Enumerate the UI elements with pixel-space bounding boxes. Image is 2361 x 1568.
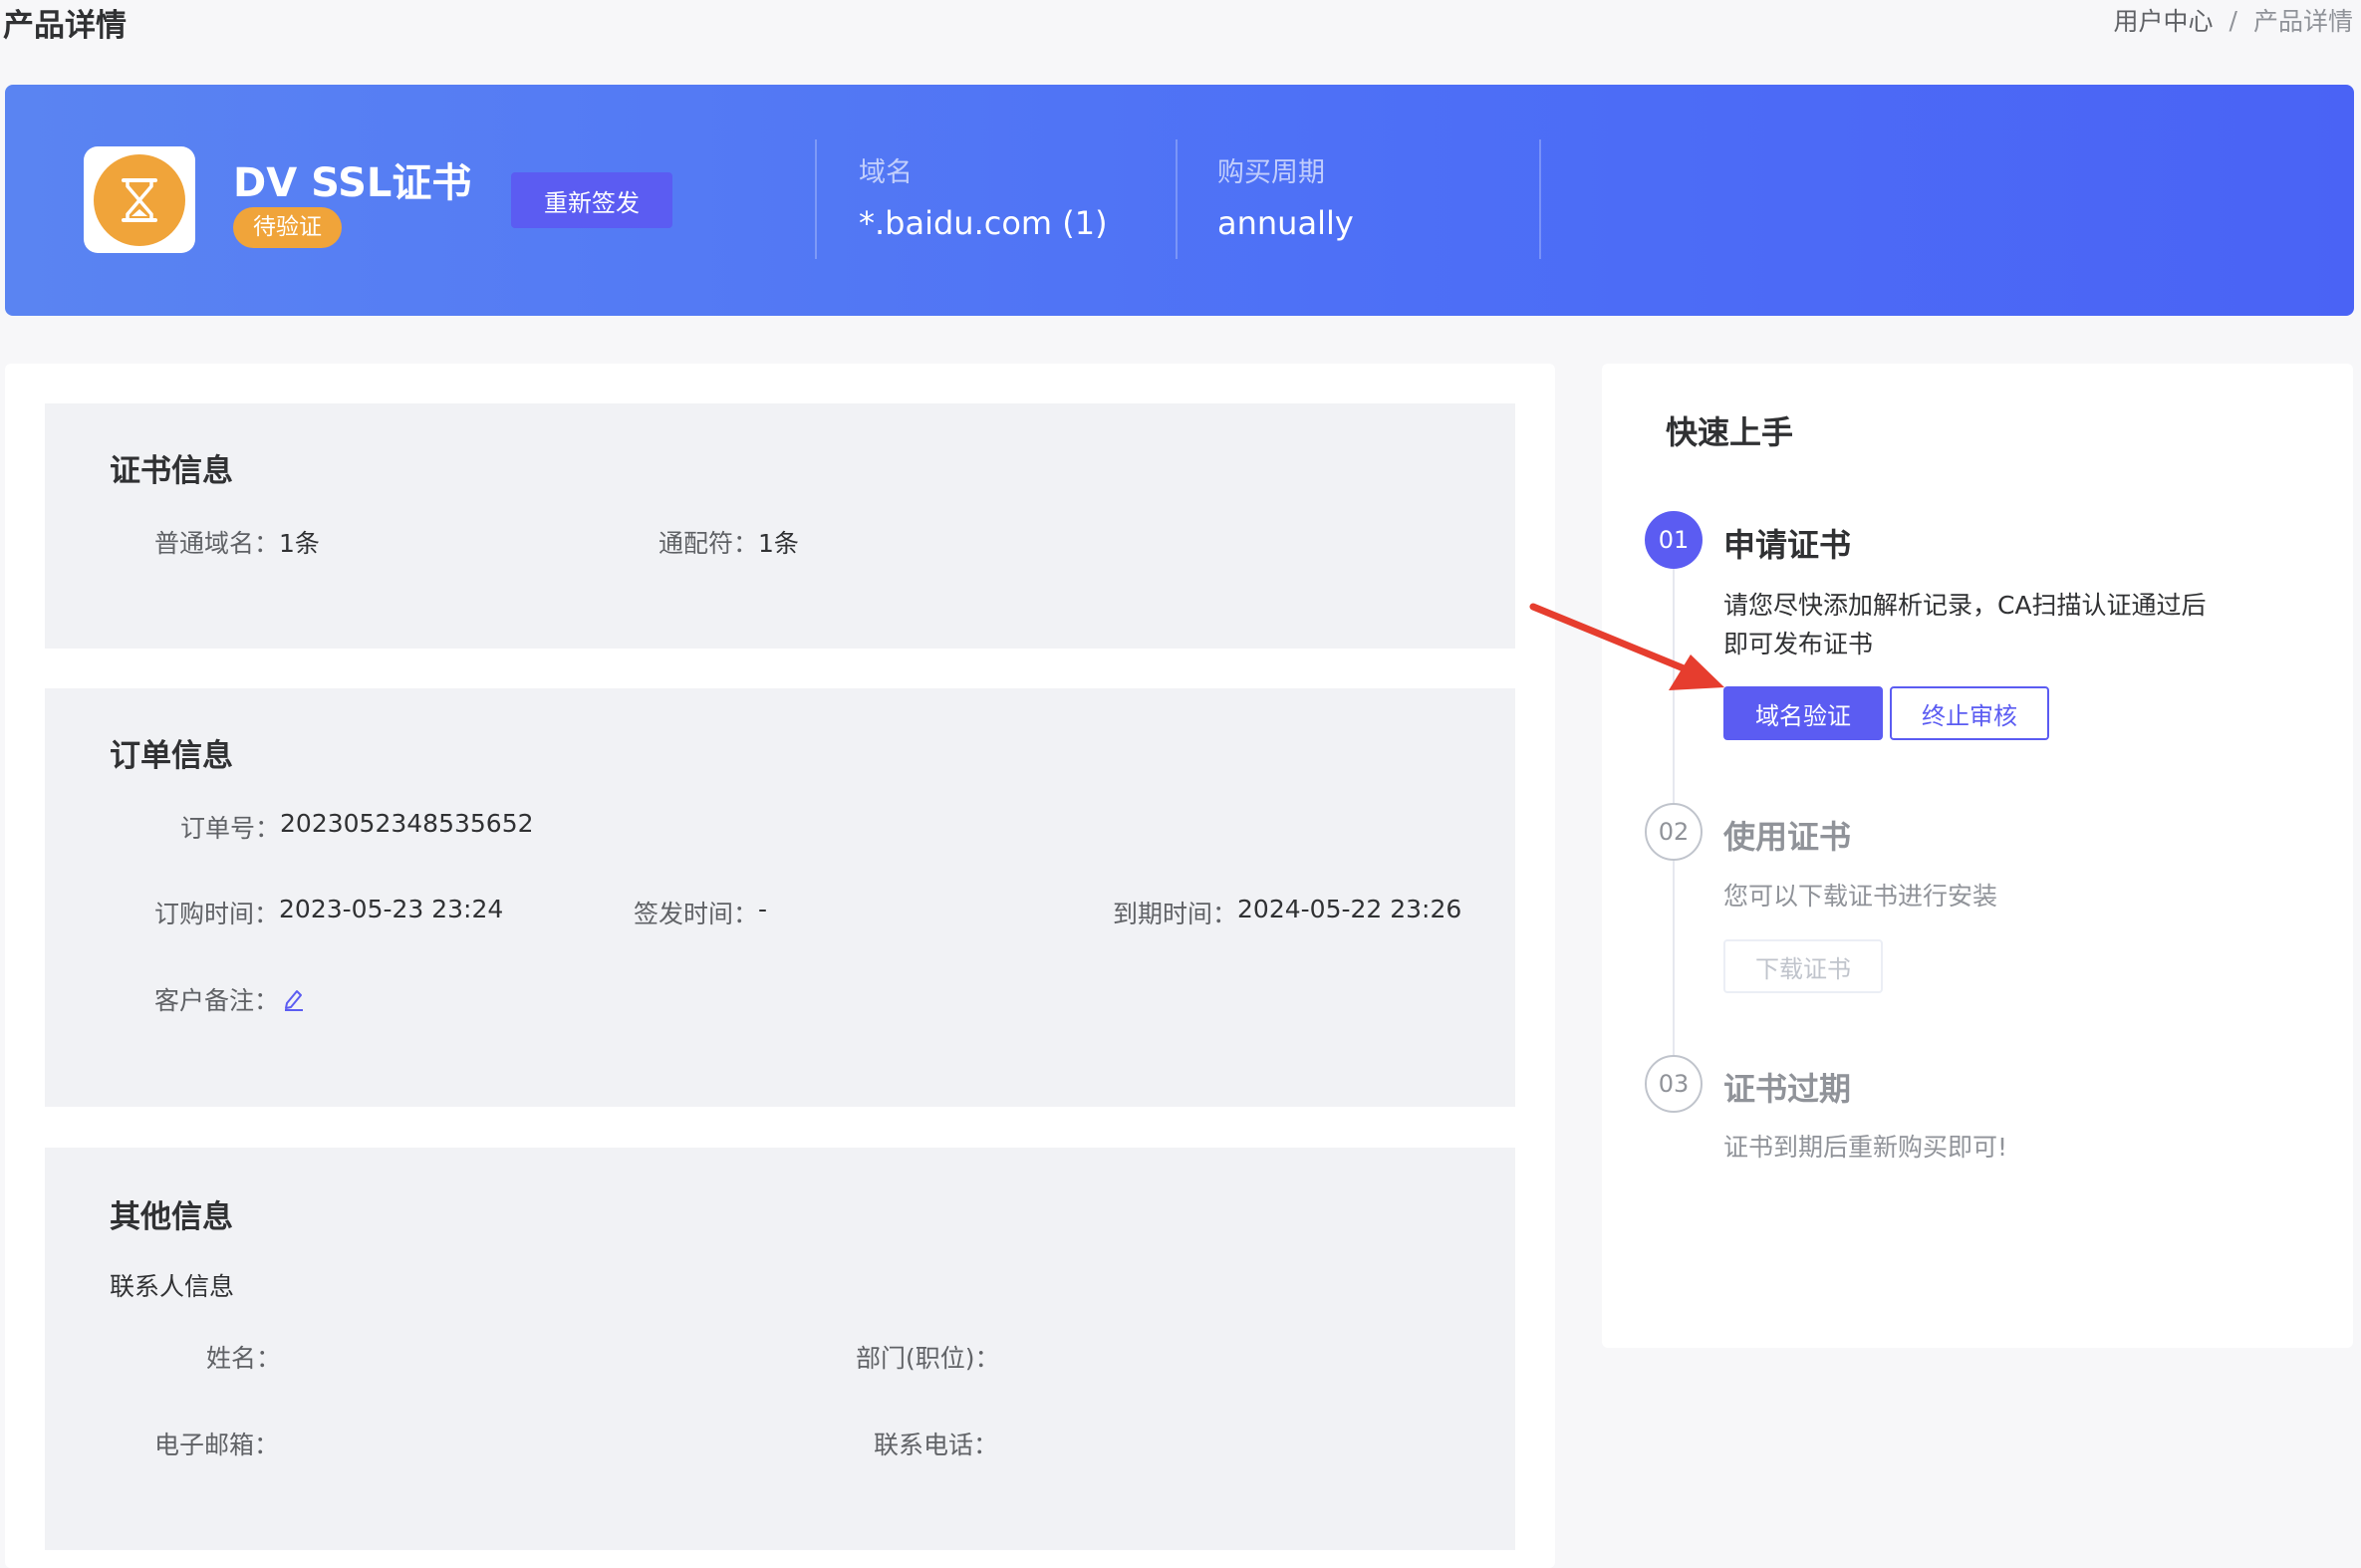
period-value: annually: [1217, 204, 1354, 242]
dept-field: 部门(职位)：: [856, 1339, 1000, 1375]
phone-field: 联系电话：: [874, 1426, 998, 1461]
section-title: 其他信息: [110, 1199, 233, 1235]
annotation-arrow-icon: [1529, 603, 1724, 690]
order-no-field: 订单号： 2023052348535652: [180, 809, 534, 845]
breadcrumb: 用户中心 / 产品详情: [2114, 2, 2353, 38]
field-value: 2024-05-22 23:26: [1237, 895, 1462, 923]
field-label: 到期时间：: [1113, 900, 1238, 928]
reissue-button[interactable]: 重新签发: [511, 172, 672, 228]
period-label: 购买周期: [1217, 157, 1325, 188]
field-label: 客户备注：: [154, 986, 280, 1015]
product-name: DV SSL证书: [233, 160, 472, 206]
banner-divider: [1176, 139, 1178, 259]
step-desc: 证书到期后重新购买即可!: [1723, 1133, 2008, 1162]
field-label: 订单号：: [180, 814, 281, 843]
normal-domain-field: 普通域名： 1条: [154, 524, 320, 560]
field-label: 姓名：: [206, 1344, 282, 1373]
field-value: -: [758, 895, 768, 923]
section-title: 订单信息: [110, 738, 233, 774]
step-number: 01: [1645, 511, 1703, 569]
breadcrumb-user-center[interactable]: 用户中心: [2114, 2, 2214, 38]
field-label: 普通域名：: [154, 529, 280, 558]
quick-start-title: 快速上手: [1666, 413, 1794, 451]
step-title: 证书过期: [1723, 1070, 1852, 1108]
field-label: 订购时间：: [154, 900, 280, 928]
step-title: 使用证书: [1723, 818, 1852, 856]
order-time-field: 订购时间： 2023-05-23 23:24: [154, 895, 503, 930]
hourglass-icon: [94, 153, 185, 246]
section-title: 证书信息: [110, 453, 233, 489]
field-value: 1条: [758, 529, 799, 558]
step-number: 02: [1645, 803, 1703, 861]
domain-value: *.baidu.com (1): [859, 204, 1108, 242]
page-title: 产品详情: [3, 8, 127, 44]
domain-verify-button[interactable]: 域名验证: [1723, 686, 1883, 740]
name-field: 姓名：: [206, 1339, 281, 1375]
quick-start-panel: 快速上手 01 申请证书 请您尽快添加解析记录，CA扫描认证通过后 即可发布证书…: [1602, 364, 2353, 1348]
step-title: 申请证书: [1723, 526, 1852, 564]
cert-info-section: 证书信息 普通域名： 1条 通配符： 1条: [45, 403, 1515, 649]
banner-divider: [1539, 139, 1541, 259]
remark-field: 客户备注：: [154, 981, 305, 1017]
domain-label: 域名: [859, 157, 913, 188]
field-label: 部门(职位)：: [856, 1344, 1000, 1373]
contact-heading: 联系人信息: [110, 1272, 235, 1301]
field-label: 联系电话：: [874, 1431, 999, 1459]
field-value: 2023052348535652: [280, 809, 534, 838]
field-label: 电子邮箱：: [154, 1431, 280, 1459]
breadcrumb-separator: /: [2229, 5, 2237, 35]
field-value: 1条: [279, 529, 320, 558]
details-panel: 证书信息 普通域名： 1条 通配符： 1条 订单信息 订单号： 20230523…: [5, 364, 1555, 1568]
other-info-section: 其他信息 联系人信息 姓名： 部门(职位)： 电子邮箱： 联系电话：: [45, 1148, 1515, 1550]
download-cert-button[interactable]: 下载证书: [1723, 939, 1883, 993]
status-badge: 待验证: [233, 207, 342, 248]
field-label: 签发时间：: [634, 900, 759, 928]
step-desc: 请您尽快添加解析记录，CA扫描认证通过后 即可发布证书: [1723, 586, 2207, 663]
step-number: 03: [1645, 1055, 1703, 1113]
product-logo: [84, 146, 195, 253]
expire-time-field: 到期时间： 2024-05-22 23:26: [1113, 895, 1461, 930]
banner-divider: [815, 139, 817, 259]
page: 产品详情 用户中心 / 产品详情 DV SSL证书 待验证 重新签发 域名 *.…: [0, 0, 2361, 1568]
terminate-review-button[interactable]: 终止审核: [1890, 686, 2049, 740]
breadcrumb-current: 产品详情: [2252, 7, 2353, 36]
wildcard-field: 通配符： 1条: [658, 524, 799, 560]
edit-icon[interactable]: [283, 987, 305, 1011]
issue-time-field: 签发时间： -: [634, 895, 767, 930]
order-info-section: 订单信息 订单号： 2023052348535652 订购时间： 2023-05…: [45, 688, 1515, 1107]
step-desc-line: 请您尽快添加解析记录，CA扫描认证通过后: [1723, 591, 2207, 620]
field-label: 通配符：: [658, 529, 759, 558]
field-value: 2023-05-23 23:24: [279, 895, 504, 923]
email-field: 电子邮箱：: [154, 1426, 279, 1461]
product-banner: DV SSL证书 待验证 重新签发 域名 *.baidu.com (1) 购买周…: [5, 85, 2354, 316]
step-desc-line: 即可发布证书: [1723, 630, 1874, 658]
step-desc: 您可以下载证书进行安装: [1723, 882, 1998, 911]
